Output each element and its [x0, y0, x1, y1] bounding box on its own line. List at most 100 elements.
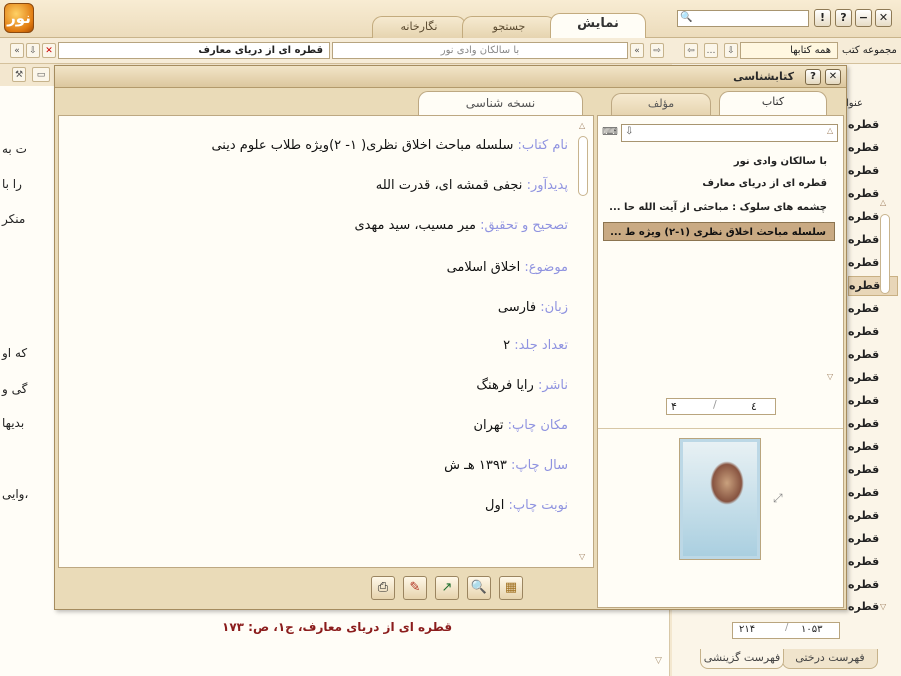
collapse-icon[interactable]: « — [10, 43, 24, 58]
dialog-titlebar: کتابشناسی ? ✕ — [55, 66, 846, 88]
help-button[interactable]: ? — [835, 9, 852, 27]
doc-line: منکر — [2, 212, 26, 226]
details-scroll-down-icon[interactable]: ▽ — [579, 552, 585, 561]
filter-down-icon[interactable]: ⇩ — [724, 43, 738, 58]
toc-item[interactable]: قطره — [848, 348, 898, 361]
toc-item[interactable]: قطره — [848, 210, 898, 223]
toc-item[interactable]: قطره — [848, 141, 898, 154]
toc-item-selected[interactable]: قطره — [848, 276, 898, 296]
toc-scrollbar[interactable] — [880, 214, 890, 294]
alert-button[interactable]: ! — [814, 9, 831, 27]
keyboard-icon[interactable]: ⌨ — [602, 125, 618, 138]
toc-item[interactable]: قطره — [848, 164, 898, 177]
books-scroll-down-icon[interactable]: ▽ — [827, 372, 833, 381]
wrench-icon[interactable]: ⚒ — [12, 67, 26, 82]
field-label: مکان چاپ: — [507, 418, 568, 433]
close-doc-icon[interactable]: ✕ — [42, 43, 56, 58]
field-subject: موضوع: اخلاق اسلامی — [447, 260, 568, 275]
book-cover-image[interactable] — [679, 438, 761, 560]
print-button[interactable]: ⎙ — [371, 576, 395, 600]
tab-edition-info[interactable]: نسخه شناسی — [418, 91, 583, 115]
tab-display[interactable]: نمایش — [550, 13, 646, 39]
toc-item[interactable]: قطره — [848, 486, 898, 499]
field-label: زبان: — [540, 300, 568, 315]
toc-total-count: ۱۰۵۳ — [801, 624, 823, 635]
book-button[interactable]: ▦ — [499, 576, 523, 600]
doc-line: وایی، — [2, 487, 29, 501]
toc-item[interactable]: قطره — [848, 532, 898, 545]
field-label: موضوع: — [524, 260, 568, 275]
field-value: سلسله مباحث اخلاق نظری( ۱- ۲)ویژه طلاب ع… — [211, 138, 514, 153]
toc-header: عنوا — [846, 98, 863, 109]
expand-icon[interactable]: ⤢ — [773, 491, 783, 506]
toc-item[interactable]: قطره — [848, 187, 898, 200]
toc-item[interactable]: قطره — [848, 325, 898, 338]
books-scroll-up-icon[interactable]: △ — [827, 126, 833, 135]
books-pager: ۴ / ٤ — [666, 398, 776, 415]
details-scrollbar[interactable] — [578, 136, 588, 196]
doc-line: را با — [2, 177, 22, 191]
toc-current-index: ۲۱۴ — [739, 624, 756, 635]
toc-item[interactable]: قطره — [848, 555, 898, 568]
toc-scroll-down-icon[interactable]: ▽ — [880, 602, 886, 611]
field-value: اخلاق اسلامی — [446, 260, 521, 275]
tab-selective-toc[interactable]: فهرست گزینشی — [700, 649, 784, 669]
current-doc-field[interactable]: قطره ای از دریای معارف — [58, 42, 330, 59]
details-scroll-up-icon[interactable]: △ — [579, 121, 585, 130]
details-body: نام کتاب: سلسله مباحث اخلاق نظری( ۱- ۲)و… — [58, 115, 594, 568]
book-list-item[interactable]: قطره ای از دریای معارف — [603, 174, 835, 193]
toc-item[interactable]: قطره — [848, 440, 898, 453]
field-label: پدیدآور: — [526, 178, 568, 193]
tab-search[interactable]: جستجو — [462, 16, 556, 38]
export-button[interactable]: ↗ — [435, 576, 459, 600]
tab-gallery[interactable]: نگارخانه — [372, 16, 466, 38]
more-icon[interactable]: … — [704, 43, 718, 58]
field-place: مکان چاپ: تهران — [474, 418, 569, 433]
toc-item[interactable]: قطره — [848, 463, 898, 476]
forward-icon[interactable]: ⇨ — [650, 43, 664, 58]
tab-book[interactable]: کتاب — [719, 91, 827, 115]
book-search-input[interactable]: ⇩ — [621, 124, 838, 142]
toc-item[interactable]: قطره — [848, 394, 898, 407]
details-pane: نسخه شناسی نام کتاب: سلسله مباحث اخلاق ن… — [58, 91, 594, 608]
toc-item[interactable]: قطره — [848, 600, 898, 613]
toc-item[interactable]: قطره — [848, 256, 898, 269]
book-list-item[interactable]: چشمه های سلوک : مباحثی از آیت الله حا ..… — [603, 198, 835, 217]
layout-icon[interactable]: ▭ — [32, 67, 50, 82]
tab-tree-toc[interactable]: فهرست درختی — [782, 649, 878, 669]
book-list-item[interactable]: با سالکان وادی نور — [603, 152, 835, 171]
dialog-help-button[interactable]: ? — [805, 69, 821, 85]
toc-item[interactable]: قطره — [848, 118, 898, 131]
scroll-down-icon[interactable]: ▽ — [655, 656, 662, 666]
book-list-item-selected[interactable]: سلسله مباحث اخلاق نظری (۱-۲) ویژه ط ... — [603, 222, 835, 241]
doc-selector-field[interactable]: با سالکان وادی نور — [332, 42, 628, 59]
toc-item[interactable]: قطره — [848, 302, 898, 315]
action-toolbar: ⎙ ✎ ↗ 🔍 ▦ — [58, 568, 594, 608]
top-search-input[interactable]: 🔍 — [677, 10, 809, 27]
pager-total: ۴ — [671, 400, 677, 413]
sort-down-icon[interactable]: ⇩ — [625, 126, 633, 137]
prev-icon[interactable]: « — [630, 43, 644, 58]
field-book-name: نام کتاب: سلسله مباحث اخلاق نظری( ۱- ۲)و… — [211, 138, 568, 153]
minimize-button[interactable]: − — [855, 9, 872, 27]
toc-scroll-up-icon[interactable]: △ — [880, 198, 886, 207]
toc-counter: ۲۱۴ / ۱۰۵۳ — [732, 622, 840, 639]
doc-footer-citation: قطره ای از دریای معارف، ج۱، ص: ۱۷۳ — [222, 620, 453, 634]
edit-button[interactable]: ✎ — [403, 576, 427, 600]
magnifier-button[interactable]: 🔍 — [467, 576, 491, 600]
toc-item[interactable]: قطره — [848, 509, 898, 522]
toc-item[interactable]: قطره — [848, 578, 898, 591]
toc-item[interactable]: قطره — [848, 417, 898, 430]
toc-item[interactable]: قطره — [848, 371, 898, 384]
books-body: ⌨ ⇩ با سالکان وادی نور قطره ای از دریای … — [597, 115, 844, 608]
dialog-close-button[interactable]: ✕ — [825, 69, 841, 85]
pager-current: ٤ — [751, 400, 757, 413]
dialog-title: کتابشناسی — [733, 70, 794, 83]
close-button[interactable]: ✕ — [875, 9, 892, 27]
tab-author[interactable]: مؤلف — [611, 93, 711, 115]
back-icon[interactable]: ⇦ — [684, 43, 698, 58]
collection-select[interactable]: همه کتابها — [740, 42, 838, 59]
down-arrow-icon[interactable]: ⇩ — [26, 43, 40, 58]
toc-item[interactable]: قطره — [848, 233, 898, 246]
bibliography-dialog: کتابشناسی ? ✕ نسخه شناسی نام کتاب: سلسله… — [54, 65, 847, 610]
